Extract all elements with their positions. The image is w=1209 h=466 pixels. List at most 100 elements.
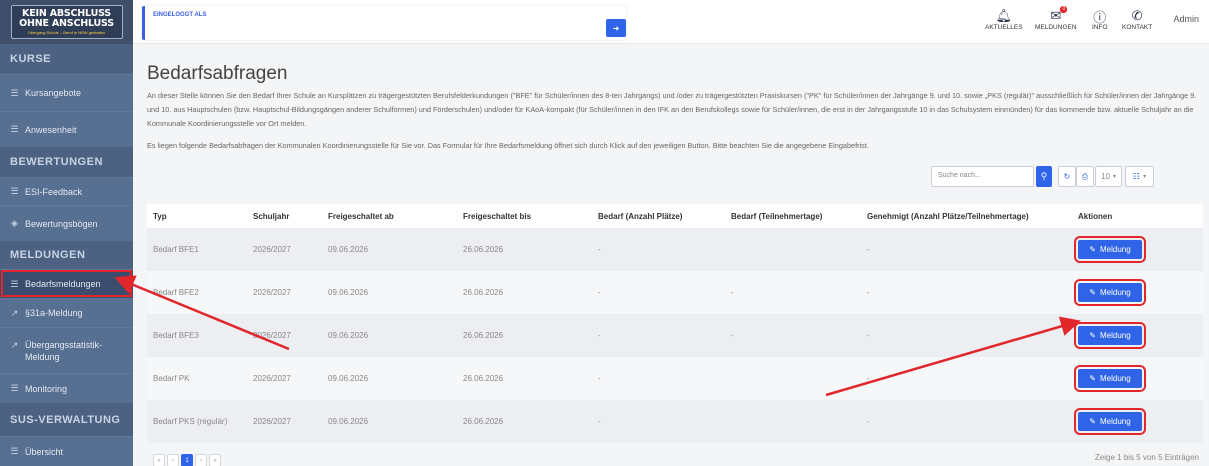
- column-header-freigeschaltet-bis[interactable]: Freigeschaltet bis: [463, 212, 598, 221]
- pagination-next[interactable]: ›: [195, 454, 207, 466]
- sidebar-item-uebergangsstatistik[interactable]: ↗ Übergangsstatistik-Meldung: [0, 327, 133, 373]
- logo-box: KEIN ABSCHLUSS OHNE ANSCHLUSS Übergang S…: [10, 5, 123, 39]
- page-description: An dieser Stelle können Sie den Bedarf I…: [147, 91, 1197, 128]
- meldung-button[interactable]: ✎ Meldung: [1074, 322, 1146, 349]
- pagination-first[interactable]: «: [153, 454, 165, 466]
- nav-label: KONTAKT: [1122, 24, 1153, 31]
- sidebar-item-label: §31a-Meldung: [25, 308, 83, 318]
- sidebar-item-esi-feedback[interactable]: ☰ ESI-Feedback: [0, 177, 133, 205]
- search-icon: ⚲: [1040, 171, 1048, 181]
- sidebar-item-label: Übergangsstatistik-Meldung: [25, 339, 103, 362]
- list-icon: ☰: [10, 383, 19, 393]
- meldung-button-label: Meldung: [1100, 417, 1131, 426]
- edit-icon: ✎: [1089, 417, 1096, 426]
- column-header-aktionen: Aktionen: [1078, 211, 1113, 221]
- table-row: Bedarf PKS (regulär) 2026/2027 09.06.202…: [147, 400, 1203, 443]
- cell-bedarf-plaetze: -: [598, 245, 601, 254]
- refresh-icon: ↻: [1063, 172, 1071, 181]
- cell-typ: Bedarf BFE2: [153, 288, 199, 297]
- column-header-freigeschaltet-ab[interactable]: Freigeschaltet ab: [328, 212, 463, 221]
- print-icon: ⎙: [1081, 171, 1089, 181]
- sidebar-section-meldungen: MELDUNGEN: [0, 241, 133, 269]
- nav-kontakt[interactable]: ✆ KONTAKT: [1122, 8, 1152, 31]
- sidebar-item-label: Bewertungsbögen: [25, 218, 98, 229]
- pagination-last[interactable]: »: [209, 454, 221, 466]
- sidebar-item-uebersicht[interactable]: ☰ Übersicht: [0, 436, 133, 466]
- cell-freigeschaltet-bis: 26.06.2026: [463, 288, 504, 297]
- logout-button[interactable]: ➜: [606, 19, 626, 37]
- sidebar-item-label: Monitoring: [25, 383, 68, 394]
- search-input[interactable]: Suche nach...: [931, 166, 1034, 187]
- nav-aktuelles[interactable]: 🔔︎ AKTUELLES: [985, 8, 1023, 31]
- column-header-bedarf-plaetze[interactable]: Bedarf (Anzahl Plätze): [598, 212, 731, 221]
- sidebar-item-bewertungsboegen[interactable]: ◈ Bewertungsbögen: [0, 205, 133, 241]
- cell-aktionen: ✎ Meldung: [1074, 408, 1203, 435]
- phone-icon: ✆: [1131, 8, 1143, 23]
- cell-aktionen: ✎ Meldung: [1074, 236, 1203, 263]
- cell-schuljahr: 2026/2027: [253, 288, 291, 297]
- sidebar-section-bewertungen: BEWERTUNGEN: [0, 147, 133, 177]
- nav-label: MELDUNGEN: [1035, 24, 1077, 31]
- cell-typ: Bedarf BFE1: [153, 245, 199, 254]
- sidebar-item-label: ESI-Feedback: [25, 186, 83, 197]
- chart-icon: ↗: [10, 307, 19, 318]
- cell-typ: Bedarf BFE3: [153, 331, 199, 340]
- sidebar-item-31a-meldung[interactable]: ↗ §31a-Meldung: [0, 298, 133, 327]
- login-box: EINGELOGGT ALS ➜: [142, 6, 626, 40]
- table-row: Bedarf BFE2 2026/2027 09.06.2026 26.06.2…: [147, 271, 1203, 314]
- nav-info[interactable]: ⓘ INFO: [1092, 8, 1108, 32]
- column-header-schuljahr[interactable]: Schuljahr: [253, 212, 328, 221]
- pagination-page-1[interactable]: 1: [181, 454, 193, 466]
- logo[interactable]: KEIN ABSCHLUSS OHNE ANSCHLUSS Übergang S…: [0, 0, 133, 44]
- caret-down-icon: ▾: [1143, 174, 1147, 180]
- meldung-button-label: Meldung: [1100, 245, 1131, 254]
- pagination: « ‹ 1 › »: [153, 454, 221, 466]
- meldung-button[interactable]: ✎ Meldung: [1074, 365, 1146, 392]
- sidebar: KEIN ABSCHLUSS OHNE ANSCHLUSS Übergang S…: [0, 0, 133, 466]
- cell-freigeschaltet-ab: 09.06.2026: [328, 417, 369, 426]
- sidebar-section-sus-verwaltung: SUS-VERWALTUNG: [0, 403, 133, 436]
- column-header-genehmigt[interactable]: Genehmigt (Anzahl Plätze/Teilnehmertage): [867, 212, 1078, 221]
- cell-freigeschaltet-ab: 09.06.2026: [328, 245, 369, 254]
- cell-genehmigt: -: [867, 331, 870, 340]
- meldung-button[interactable]: ✎ Meldung: [1074, 408, 1146, 435]
- refresh-button[interactable]: ↻: [1058, 166, 1076, 187]
- sidebar-item-kursangebote[interactable]: ☰ Kursangebote: [0, 74, 133, 111]
- caret-down-icon: ▾: [1112, 174, 1116, 180]
- sidebar-item-anwesenheit[interactable]: ☰ Anwesenheit: [0, 111, 133, 147]
- cell-genehmigt: -: [867, 417, 870, 426]
- list-icon: ☰: [10, 278, 19, 289]
- sidebar-item-bedarfsmeldungen[interactable]: ☰ Bedarfsmeldungen: [0, 269, 133, 298]
- search-button[interactable]: ⚲: [1036, 166, 1052, 187]
- cell-bedarf-plaetze: -: [598, 288, 601, 297]
- cell-freigeschaltet-bis: 26.06.2026: [463, 331, 504, 340]
- cell-freigeschaltet-ab: 09.06.2026: [328, 288, 369, 297]
- columns-toggle-button[interactable]: ☷ ▾: [1125, 166, 1154, 187]
- meldung-button[interactable]: ✎ Meldung: [1074, 236, 1146, 263]
- cell-bedarf-tage: -: [731, 288, 734, 297]
- sidebar-item-monitoring[interactable]: ☰ Monitoring: [0, 373, 133, 403]
- sign-out-icon: ➜: [612, 23, 620, 33]
- sidebar-item-label: Bedarfsmeldungen: [25, 279, 101, 289]
- edit-icon: ✎: [1089, 331, 1096, 340]
- nav-meldungen[interactable]: ✉ 0 MELDUNGEN: [1035, 6, 1077, 31]
- sidebar-section-kurse: KURSE: [0, 44, 133, 74]
- info-icon: ⓘ: [1093, 9, 1107, 25]
- cell-bedarf-tage: -: [731, 331, 734, 340]
- chart-icon: ↗: [10, 340, 19, 350]
- cell-genehmigt: -: [867, 288, 870, 297]
- envelope-icon: ✉ 0: [1050, 6, 1068, 23]
- sidebar-item-label: Kursangebote: [25, 88, 82, 98]
- cell-bedarf-plaetze: -: [598, 331, 601, 340]
- logo-subtitle: Übergang Schule – Beruf in NRW gestalten: [27, 30, 106, 35]
- meldung-button[interactable]: ✎ Meldung: [1074, 279, 1146, 306]
- page-size-select[interactable]: 10 ▾: [1095, 166, 1122, 187]
- page-note: Es liegen folgende Bedarfsabfragen der K…: [147, 141, 869, 150]
- column-header-bedarf-tage[interactable]: Bedarf (Teilnehmertage): [731, 212, 867, 221]
- list-icon: ☰: [10, 87, 19, 98]
- pagination-prev[interactable]: ‹: [167, 454, 179, 466]
- print-button[interactable]: ⎙: [1076, 166, 1094, 187]
- user-name[interactable]: Admin: [1173, 14, 1199, 24]
- login-label: EINGELOGGT ALS: [153, 12, 207, 18]
- column-header-typ[interactable]: Typ: [147, 212, 253, 221]
